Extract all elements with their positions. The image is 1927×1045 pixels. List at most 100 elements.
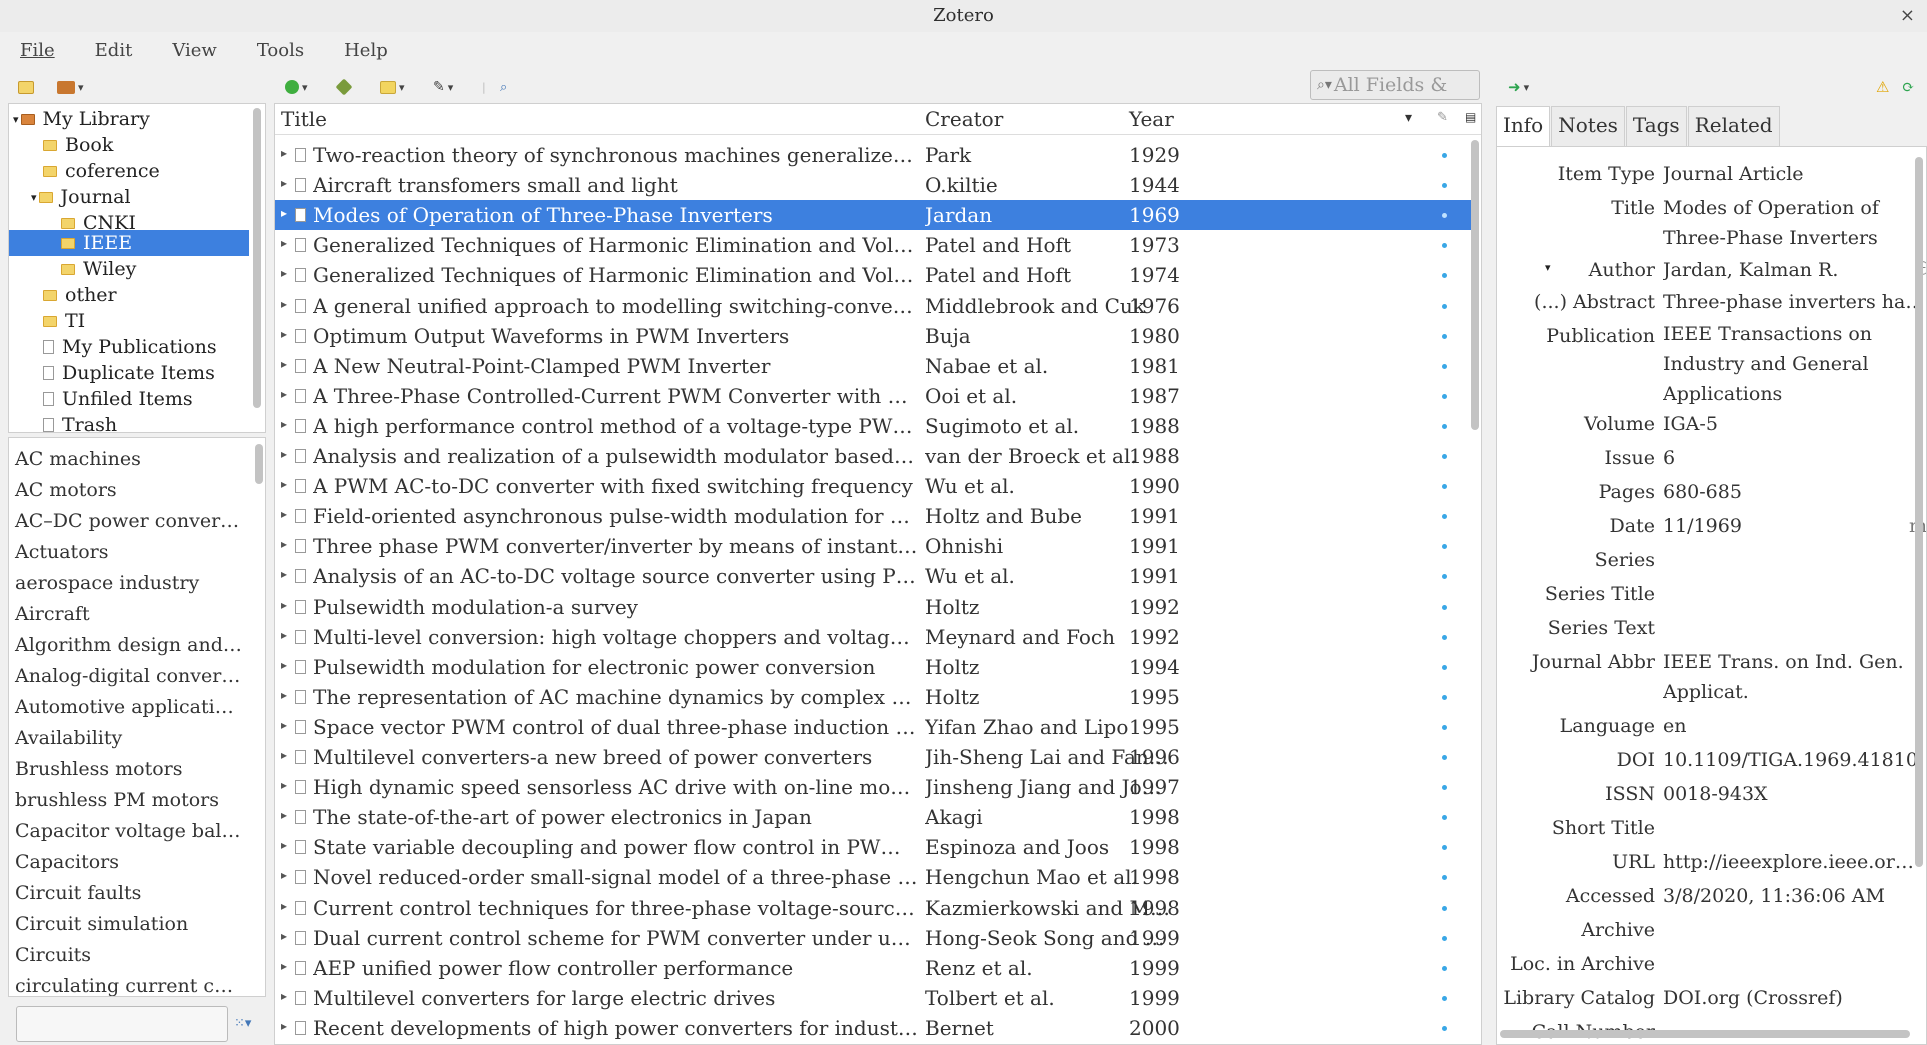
items-scrollbar[interactable] [1471, 140, 1479, 430]
expand-twisty-icon[interactable]: ▸ [281, 447, 287, 461]
attachment-dot-icon[interactable] [1442, 484, 1447, 490]
new-collection-button[interactable] [18, 76, 34, 98]
expand-twisty-icon[interactable]: ▸ [281, 327, 287, 341]
table-row[interactable]: ▸ Optimum Output Waveforms in PWM Inverte… [275, 321, 1471, 351]
expand-twisty-icon[interactable]: ▸ [281, 507, 287, 521]
tab-info[interactable]: Info [1496, 106, 1551, 146]
tree-item-book[interactable]: Book [43, 132, 113, 158]
title-value[interactable]: Modes of Operation of Three-Phase Invert… [1663, 193, 1915, 253]
menu-edit[interactable]: Edit [75, 40, 145, 64]
expand-twisty-icon[interactable]: ▸ [281, 989, 287, 1003]
tab-notes[interactable]: Notes [1551, 106, 1625, 146]
tree-item-other[interactable]: other [43, 282, 117, 308]
expand-twisty-icon[interactable]: ▸ [281, 628, 287, 642]
attachment-dot-icon[interactable] [1442, 153, 1447, 158]
expand-twisty-icon[interactable]: ▸ [281, 808, 287, 822]
expand-twisty-icon[interactable]: ▸ [281, 748, 287, 762]
attachment-dot-icon[interactable] [1442, 243, 1447, 249]
accessed-value[interactable]: 3/8/2020, 11:36:06 AM [1663, 881, 1915, 911]
chevron-down-icon[interactable]: ▾ [1545, 261, 1551, 274]
table-row[interactable]: ▸ Generalized Techniques of Harmonic Elim… [275, 260, 1471, 290]
expand-twisty-icon[interactable]: ▸ [281, 236, 287, 250]
table-row[interactable]: ▸ Multi-level conversion: high voltage ch… [275, 622, 1471, 652]
publication-value[interactable]: IEEE Transactions on Industry and Genera… [1663, 319, 1915, 409]
expand-twisty-icon[interactable]: ▸ [281, 868, 287, 882]
expand-twisty-icon[interactable]: ▸ [281, 297, 287, 311]
url-value[interactable]: http://ieeexplore.ieee.or… [1663, 847, 1915, 877]
chevron-down-icon[interactable]: ▾ [1405, 110, 1412, 126]
attachment-dot-icon[interactable] [1442, 875, 1447, 881]
tag-item[interactable]: Analog-digital conver… [15, 665, 240, 687]
tree-item-my-publications[interactable]: My Publications [43, 334, 217, 360]
table-row[interactable]: ▸ Dual current control scheme for PWM con… [275, 923, 1471, 953]
expand-twisty-icon[interactable]: ▸ [281, 477, 287, 491]
tab-related[interactable]: Related [1687, 106, 1780, 146]
attachment-column-icon[interactable]: ✎ [1437, 110, 1448, 125]
expand-twisty-icon[interactable]: ▸ [281, 899, 287, 913]
expand-twisty-icon[interactable]: ▸ [281, 929, 287, 943]
journal-abbr-value[interactable]: IEEE Trans. on Ind. Gen. Applicat. [1663, 647, 1915, 707]
attachment-button[interactable]: ✎ ▾ [433, 76, 453, 98]
attachment-dot-icon[interactable] [1442, 634, 1447, 640]
table-row[interactable]: ▸ Space vector PWM control of dual three-… [275, 712, 1471, 742]
expand-twisty-icon[interactable]: ▸ [281, 417, 287, 431]
tree-item-duplicate-items[interactable]: Duplicate Items [43, 360, 215, 386]
expand-twisty-icon[interactable]: ▸ [281, 778, 287, 792]
table-row[interactable]: ▸ Multilevel converters for large electri… [275, 983, 1471, 1013]
tag-filter-input[interactable] [16, 1006, 228, 1042]
tag-item[interactable]: Capacitors [15, 851, 119, 873]
attachment-dot-icon[interactable] [1442, 935, 1447, 941]
author-value[interactable]: Jardan, Kalman R. [1663, 255, 1863, 285]
tree-item-my-library[interactable]: ▾ My Library [13, 106, 150, 132]
column-creator[interactable]: Creator [925, 107, 1003, 131]
table-row[interactable]: ▸ The state-of-the-art of power electroni… [275, 802, 1471, 832]
attachment-dot-icon[interactable] [1442, 363, 1447, 369]
table-row[interactable]: ▸ Recent developments of high power conve… [275, 1013, 1471, 1043]
sync-button[interactable]: ⟳ [1902, 76, 1915, 98]
tag-item[interactable]: brushless PM motors [15, 789, 219, 811]
expand-twisty-icon[interactable]: ▸ [281, 1019, 287, 1033]
attachment-dot-icon[interactable] [1442, 303, 1447, 309]
column-year[interactable]: Year [1129, 107, 1174, 131]
expand-twisty-icon[interactable]: ▸ [281, 146, 287, 160]
table-row[interactable]: ▸ Multilevel converters-a new breed of po… [275, 742, 1471, 772]
tag-item[interactable]: Circuit faults [15, 882, 141, 904]
tags-scrollbar[interactable] [255, 444, 263, 484]
attachment-dot-icon[interactable] [1442, 845, 1447, 851]
volume-value[interactable]: IGA-5 [1663, 409, 1915, 439]
tree-item-wiley[interactable]: Wiley [61, 256, 136, 282]
add-by-identifier-button[interactable] [335, 76, 353, 98]
tag-item[interactable]: Algorithm design and… [15, 634, 242, 656]
language-value[interactable]: en [1663, 711, 1915, 741]
expand-twisty-icon[interactable]: ▸ [281, 838, 287, 852]
table-row[interactable]: ▸ Analysis and realization of a pulsewidt… [275, 441, 1471, 471]
attachment-dot-icon[interactable] [1442, 574, 1447, 580]
attachment-dot-icon[interactable] [1442, 724, 1447, 730]
expand-twisty-icon[interactable]: ▸ [281, 206, 287, 220]
tag-item[interactable]: Circuit simulation [15, 913, 188, 935]
library-catalog-value[interactable]: DOI.org (Crossref) [1663, 983, 1915, 1013]
tag-item[interactable]: Actuators [15, 541, 108, 563]
tag-item[interactable]: AC machines [15, 448, 141, 470]
table-row[interactable]: ▸ Analysis of an AC-to-DC voltage source … [275, 561, 1471, 591]
attachment-dot-icon[interactable] [1442, 604, 1447, 610]
new-item-button[interactable]: ▾ [285, 76, 308, 98]
table-row[interactable]: ▸ Field-oriented asynchronous pulse-width… [275, 501, 1471, 531]
menu-view[interactable]: View [152, 40, 229, 64]
tag-item[interactable]: AC–DC power conver… [15, 510, 239, 532]
issn-value[interactable]: 0018-943X [1663, 779, 1915, 809]
expand-twisty-icon[interactable]: ▸ [281, 688, 287, 702]
tag-item[interactable]: Brushless motors [15, 758, 183, 780]
attachment-dot-icon[interactable] [1442, 213, 1447, 219]
tag-item[interactable]: Circuits [15, 944, 91, 966]
attachment-dot-icon[interactable] [1442, 183, 1447, 189]
tree-item-unfiled-items[interactable]: Unfiled Items [43, 386, 193, 412]
tab-tags[interactable]: Tags [1625, 106, 1687, 146]
table-row[interactable]: ▸ High dynamic speed sensorless AC drive … [275, 772, 1471, 802]
tree-item-ieee[interactable]: IEEE [61, 230, 132, 256]
tag-item[interactable]: Automotive applicati… [15, 696, 234, 718]
collections-scrollbar[interactable] [253, 108, 261, 408]
attachment-dot-icon[interactable] [1442, 694, 1447, 700]
tree-item-ti[interactable]: TI [43, 308, 85, 334]
search-input[interactable]: ⌕▾ All Fields & [1310, 70, 1480, 100]
